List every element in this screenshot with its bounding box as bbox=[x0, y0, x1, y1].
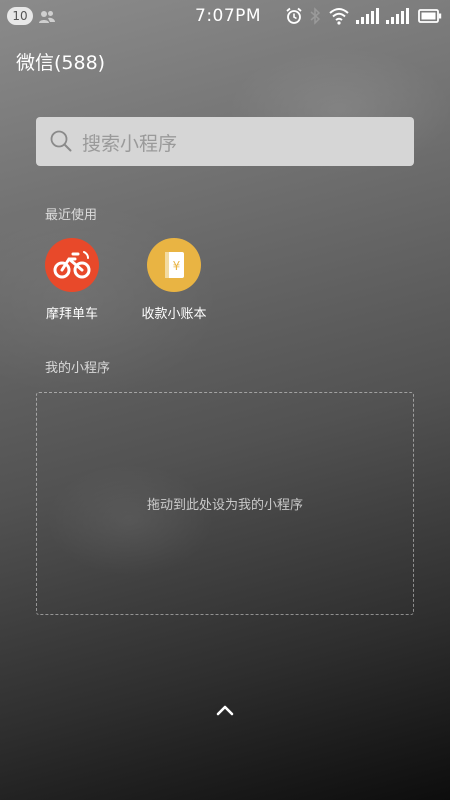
mini-program-name: 收款小账本 bbox=[141, 307, 207, 322]
svg-text:¥: ¥ bbox=[173, 259, 181, 273]
cell-signal-2-icon bbox=[386, 8, 409, 24]
alarm-icon bbox=[286, 7, 302, 24]
wifi-icon bbox=[329, 8, 349, 25]
ledger-icon: ¥ bbox=[147, 238, 201, 292]
status-bar: 10 7:07PM bbox=[0, 0, 450, 33]
contacts-icon bbox=[39, 11, 55, 23]
mini-program-name: 摩拜单车 bbox=[45, 307, 98, 322]
my-mini-programs-label: 我的小程序 bbox=[45, 361, 111, 376]
status-time: 7:07PM bbox=[195, 6, 262, 26]
notification-count-badge: 10 bbox=[7, 7, 33, 25]
bicycle-icon bbox=[45, 238, 99, 292]
search-icon bbox=[50, 130, 72, 152]
bluetooth-icon bbox=[310, 7, 321, 25]
drop-zone-hint: 拖动到此处设为我的小程序 bbox=[146, 498, 303, 513]
mini-program-ledger[interactable]: ¥ 收款小账本 bbox=[134, 238, 214, 322]
cell-signal-1-icon bbox=[356, 8, 379, 24]
my-mini-programs-drop-zone[interactable]: 拖动到此处设为我的小程序 bbox=[36, 392, 414, 615]
recent-section-label: 最近使用 bbox=[45, 208, 98, 223]
page-title: 微信(588) bbox=[16, 52, 106, 74]
mini-program-mobike[interactable]: 摩拜单车 bbox=[32, 238, 112, 322]
chevron-up-icon[interactable] bbox=[214, 703, 236, 717]
battery-icon bbox=[418, 9, 442, 23]
search-input[interactable]: 搜索小程序 bbox=[36, 117, 414, 166]
search-placeholder: 搜索小程序 bbox=[82, 133, 178, 155]
